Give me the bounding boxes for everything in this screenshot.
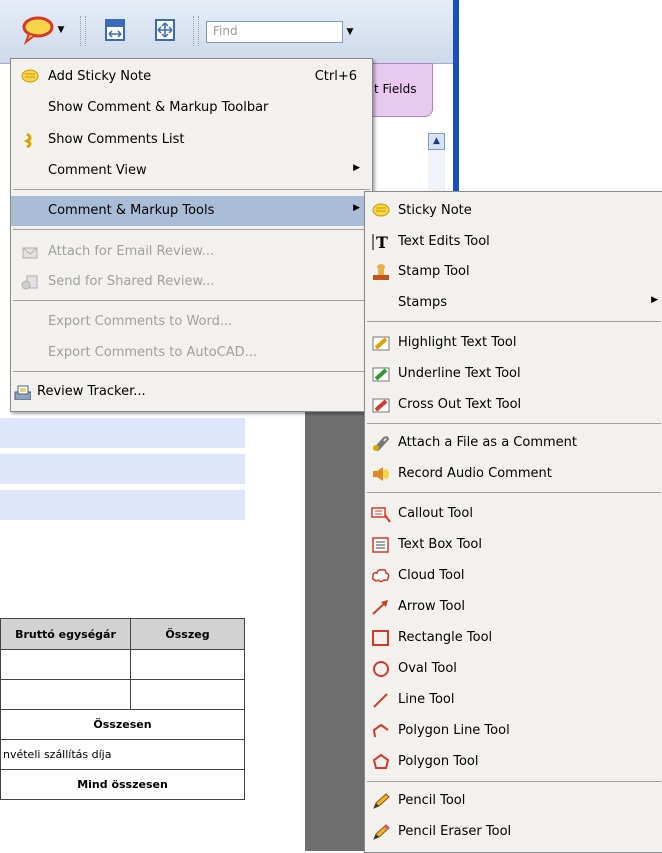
fit-page-button[interactable] xyxy=(150,14,180,46)
menu-item-cross-out[interactable]: Cross Out Text Tool xyxy=(365,390,662,420)
find-dropdown-arrow-icon[interactable]: ▼ xyxy=(343,21,357,43)
menu-separator xyxy=(13,189,370,190)
total-label: Összesen xyxy=(0,709,245,740)
pencil-icon xyxy=(373,793,390,809)
menu-item-add-sticky-note[interactable]: Add Sticky Note Ctrl+6 xyxy=(11,62,372,92)
menu-separator xyxy=(367,781,661,782)
tab-fields[interactable]: t Fields xyxy=(365,63,433,117)
menu-item-oval[interactable]: Oval Tool xyxy=(365,654,662,684)
menu-item-arrow[interactable]: Arrow Tool xyxy=(365,592,662,622)
table-cell xyxy=(0,679,131,710)
menu-item-text-box[interactable]: Text Box Tool xyxy=(365,530,662,560)
menu-item-stamp-tool[interactable]: Stamp Tool xyxy=(365,257,662,287)
menu-item-record-audio[interactable]: Record Audio Comment xyxy=(365,459,662,489)
comments-list-icon xyxy=(23,132,32,148)
menu-item-pencil[interactable]: Pencil Tool xyxy=(365,786,662,816)
review-tracker-icon xyxy=(14,385,31,400)
markup-tools-submenu: Sticky Note T Text Edits Tool Stamp Tool… xyxy=(364,191,662,853)
fit-width-button[interactable] xyxy=(100,14,130,46)
scrollbar-track[interactable] xyxy=(428,150,445,192)
fit-page-icon xyxy=(155,19,175,41)
chevron-down-icon: ▼ xyxy=(57,25,65,35)
column-header: Összeg xyxy=(130,618,245,650)
menu-item-show-toolbar[interactable]: Show Comment & Markup Toolbar xyxy=(11,93,372,123)
scroll-up-icon[interactable]: ▲ xyxy=(428,133,445,150)
speaker-icon xyxy=(373,467,389,481)
stamp-icon xyxy=(373,264,389,280)
tab-fields-label: t Fields xyxy=(374,82,417,96)
menu-item-show-comments-list[interactable]: Show Comments List xyxy=(11,125,372,155)
menu-item-polygon[interactable]: Polygon Tool xyxy=(365,747,662,777)
toolbar-grip[interactable] xyxy=(193,16,199,46)
menu-item-send-shared-review[interactable]: Send for Shared Review... xyxy=(11,267,372,297)
callout-icon xyxy=(371,507,391,523)
menu-separator xyxy=(13,300,370,301)
menu-item-attach-email-review[interactable]: Attach for Email Review... xyxy=(11,237,372,267)
line-icon xyxy=(373,693,388,708)
svg-text:T: T xyxy=(376,233,388,251)
form-field-band xyxy=(0,454,245,484)
toolbar-grip[interactable] xyxy=(80,16,86,46)
menu-separator xyxy=(13,371,370,372)
menu-item-sticky-note[interactable]: Sticky Note xyxy=(365,196,662,226)
cloud-icon xyxy=(372,569,390,583)
comment-menu: Add Sticky Note Ctrl+6 Show Comment & Ma… xyxy=(10,58,373,412)
menu-separator xyxy=(367,423,661,424)
submenu-arrow-icon: ▶ xyxy=(651,295,658,305)
menu-item-callout[interactable]: Callout Tool xyxy=(365,499,662,529)
menu-separator xyxy=(367,492,661,493)
menu-item-stamps[interactable]: Stamps ▶ xyxy=(365,288,662,318)
find-input[interactable]: Find xyxy=(206,21,343,43)
invoice-table: Bruttó egységár Összeg Összesen nvételi … xyxy=(0,618,245,800)
menu-item-markup-tools[interactable]: Comment & Markup Tools ▶ xyxy=(11,196,372,226)
form-field-band xyxy=(0,418,245,448)
submenu-arrow-icon: ▶ xyxy=(353,203,360,213)
rectangle-icon xyxy=(372,630,389,646)
column-header: Bruttó egységár xyxy=(0,618,131,650)
highlight-text-icon xyxy=(372,336,390,351)
menu-item-highlight[interactable]: Highlight Text Tool xyxy=(365,328,662,358)
menu-item-line[interactable]: Line Tool xyxy=(365,685,662,715)
comment-bubble-icon xyxy=(22,16,54,45)
grand-total-label: Mind összesen xyxy=(0,769,245,800)
menu-item-cloud[interactable]: Cloud Tool xyxy=(365,561,662,591)
menu-item-comment-view[interactable]: Comment View ▶ xyxy=(11,156,372,186)
polygon-icon xyxy=(372,753,390,769)
sticky-note-icon xyxy=(21,69,39,83)
menu-item-export-word[interactable]: Export Comments to Word... xyxy=(11,307,372,337)
shared-review-icon xyxy=(21,275,38,290)
oval-icon xyxy=(373,661,389,677)
underline-text-icon xyxy=(372,367,390,382)
menu-separator xyxy=(13,229,370,230)
table-cell xyxy=(130,679,245,710)
arrow-icon xyxy=(372,600,388,615)
fit-width-icon xyxy=(105,19,125,41)
comment-menu-button[interactable]: ▼ xyxy=(12,14,72,46)
menu-separator xyxy=(367,321,661,322)
text-edits-icon: T xyxy=(372,233,388,251)
menu-item-polygon-line[interactable]: Polygon Line Tool xyxy=(365,716,662,746)
menu-item-export-autocad[interactable]: Export Comments to AutoCAD... xyxy=(11,338,372,368)
comment-toolbar: ▼ Find ▼ xyxy=(0,0,458,64)
polygon-line-icon xyxy=(372,723,389,738)
table-cell xyxy=(0,649,131,680)
menu-item-attach-file[interactable]: Attach a File as a Comment xyxy=(365,428,662,458)
shipping-label: nvételi szállítás díja xyxy=(0,739,245,770)
pencil-eraser-icon xyxy=(373,824,390,840)
cross-out-text-icon xyxy=(372,398,390,413)
table-cell xyxy=(130,649,245,680)
text-box-icon xyxy=(372,537,389,553)
menu-item-pencil-eraser[interactable]: Pencil Eraser Tool xyxy=(365,817,662,847)
menu-item-underline[interactable]: Underline Text Tool xyxy=(365,359,662,389)
window-edge xyxy=(453,0,459,200)
email-review-icon xyxy=(22,247,38,259)
paperclip-icon xyxy=(373,436,390,451)
submenu-arrow-icon: ▶ xyxy=(353,163,360,173)
form-field-band xyxy=(0,490,245,520)
menu-item-text-edits[interactable]: T Text Edits Tool xyxy=(365,227,662,257)
menu-item-rectangle[interactable]: Rectangle Tool xyxy=(365,623,662,653)
sticky-note-icon xyxy=(372,203,390,217)
menu-item-review-tracker[interactable]: Review Tracker... xyxy=(11,377,372,407)
